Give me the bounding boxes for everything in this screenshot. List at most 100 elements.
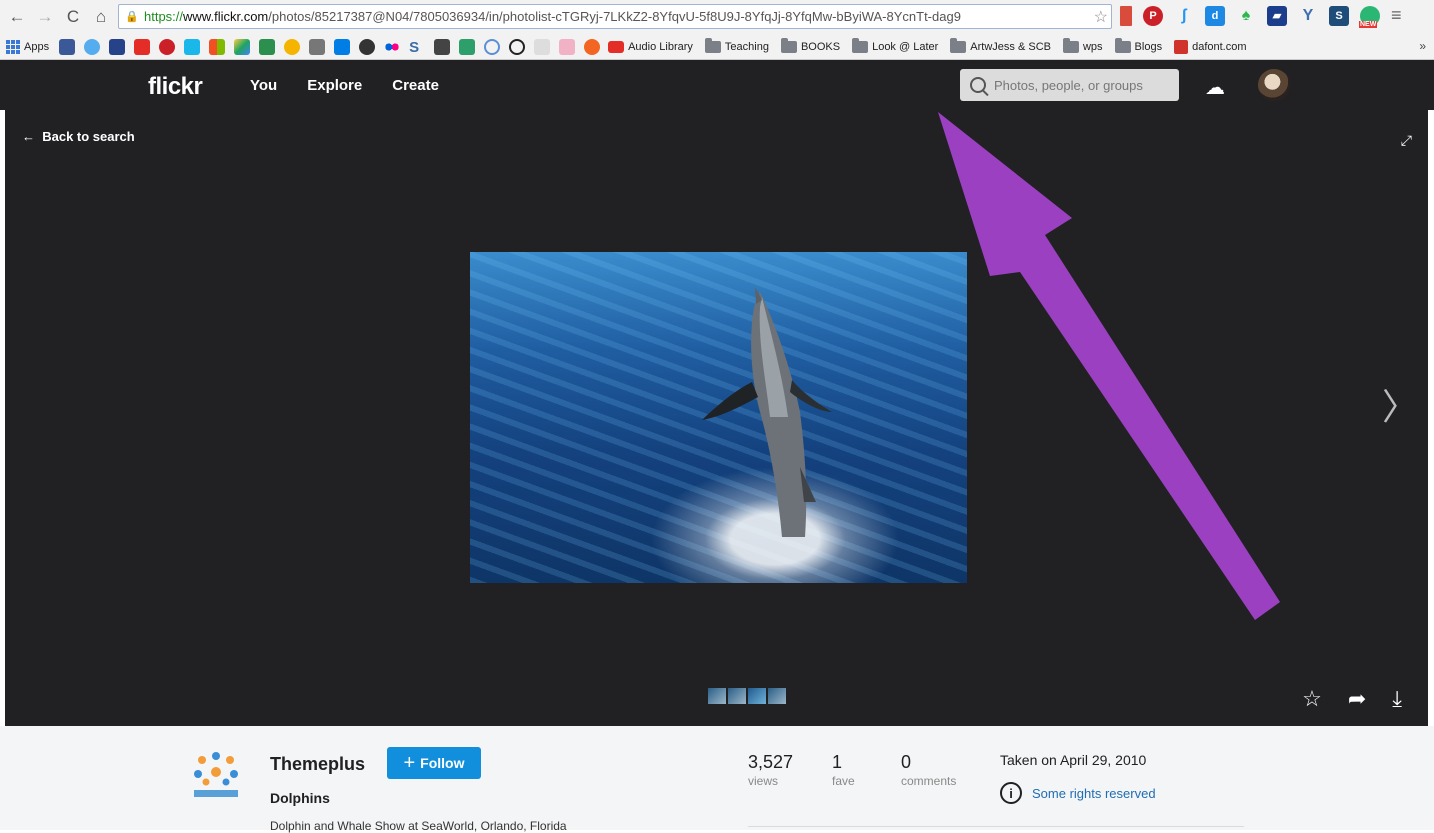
nav-create[interactable]: Create	[392, 77, 439, 94]
bookmark-ext-icon[interactable]	[1120, 5, 1132, 26]
avatar[interactable]	[1258, 69, 1290, 101]
bookmark-apps[interactable]: Apps	[6, 40, 49, 54]
upload-cloud-icon[interactable]: ☁	[1205, 75, 1225, 100]
download-icon[interactable]: ⤓	[1392, 686, 1402, 712]
bookmark-folder-label: ArtwJess & SCB	[970, 41, 1051, 53]
thumbnail[interactable]	[768, 688, 786, 704]
facebook-icon[interactable]	[59, 39, 76, 55]
bookmark-star-icon[interactable]: ☆	[1094, 7, 1108, 27]
back-to-search-label: Back to search	[42, 129, 135, 144]
dolphin-figure	[702, 287, 832, 537]
stat-views-label: views	[748, 774, 779, 788]
buffer-icon[interactable]: ▰	[1267, 5, 1287, 26]
stat-views-num: 3,527	[748, 752, 794, 772]
owner-name[interactable]: Themeplus	[270, 754, 365, 775]
bookmark-folder-teaching[interactable]: Teaching	[704, 38, 769, 53]
bookmark-folder-artwjess[interactable]: ArtwJess & SCB	[950, 38, 1051, 53]
bookmark-folder-wps[interactable]: wps	[1062, 38, 1103, 53]
share-arrow-icon[interactable]: ➦	[1348, 686, 1366, 712]
stat-comments-num: 0	[901, 752, 912, 772]
thumbnail[interactable]	[728, 688, 746, 704]
license-link[interactable]: i Some rights reserved	[1000, 782, 1156, 804]
bookmark-icons: S	[59, 39, 601, 56]
back-arrow-icon[interactable]: ←	[6, 6, 28, 28]
photo-title: Dolphins	[270, 790, 330, 806]
expand-icon[interactable]: ⤢	[1401, 132, 1412, 149]
home-icon[interactable]: ⌂	[90, 6, 112, 28]
windows-icon[interactable]	[209, 39, 226, 55]
plus-icon: +	[403, 752, 416, 774]
bookmarks-bar: Apps S Audio Library Teaching BOOKS Look…	[0, 35, 1434, 59]
lock-icon: 🔒	[125, 11, 139, 23]
fave-star-icon[interactable]: ☆	[1302, 686, 1322, 712]
folder-icon	[852, 38, 869, 53]
heart-ext-icon[interactable]	[559, 39, 576, 55]
back-to-search-link[interactable]: ← Back to search	[22, 129, 135, 144]
folder-icon	[950, 38, 967, 53]
url-host: www.flickr.com	[183, 9, 269, 24]
ytmp3-icon[interactable]	[309, 39, 326, 55]
dropbox-icon[interactable]	[334, 39, 351, 55]
follow-button[interactable]: + Follow	[387, 747, 481, 779]
grid-ext-icon[interactable]	[434, 39, 451, 55]
evernote-icon[interactable]: ♠	[1236, 6, 1256, 26]
taken-date: Taken on April 29, 2010	[1000, 752, 1147, 768]
license-label: Some rights reserved	[1032, 785, 1156, 801]
yoast-icon[interactable]: Y	[1298, 6, 1318, 26]
new-ext-icon[interactable]: NEW	[1359, 5, 1380, 28]
nav-you[interactable]: You	[250, 77, 277, 94]
target-icon[interactable]	[484, 39, 501, 55]
bookmark-dafont-label: dafont.com	[1192, 41, 1247, 53]
twitter-icon[interactable]	[84, 39, 101, 55]
nav-explore[interactable]: Explore	[307, 77, 362, 94]
photo-actions: ☆ ➦ ⤓	[1302, 686, 1402, 712]
pinterest-bm-icon[interactable]	[159, 39, 176, 55]
url-path: /photos/85217387@N04/7805036934/in/photo…	[268, 9, 961, 24]
forward-arrow-icon[interactable]: →	[34, 6, 56, 28]
bookmark-folder-books[interactable]: BOOKS	[780, 38, 840, 53]
bookmarks-more[interactable]: »	[1419, 39, 1426, 53]
buffer-bm-icon[interactable]	[109, 39, 126, 55]
next-photo-chevron-icon[interactable]: 〉	[1382, 378, 1418, 430]
search-input[interactable]: Photos, people, or groups	[960, 69, 1179, 101]
thumbnail[interactable]	[708, 688, 726, 704]
calendar-icon[interactable]	[259, 39, 276, 55]
divider	[748, 826, 1244, 827]
st-icon[interactable]	[534, 39, 551, 55]
folder-icon	[704, 38, 721, 53]
d-ext-icon[interactable]: d	[1205, 5, 1225, 26]
flickr-dots-icon[interactable]	[384, 39, 401, 55]
menu-icon[interactable]: ≡	[1391, 5, 1402, 26]
bookmark-dafont[interactable]: dafont.com	[1174, 40, 1247, 54]
pinterest-icon[interactable]: P	[1143, 5, 1163, 26]
bookmark-folder-look-later[interactable]: Look @ Later	[852, 38, 938, 53]
circle-ext-icon[interactable]	[359, 39, 376, 55]
bookmark-audio-library-label: Audio Library	[628, 41, 693, 53]
flickr-logo[interactable]: flickr	[148, 73, 203, 101]
apps-grid-icon	[6, 40, 20, 54]
skype-s-icon[interactable]: S	[409, 39, 425, 56]
follow-label: Follow	[420, 755, 465, 771]
thumbnail-current[interactable]	[748, 688, 766, 704]
b-ext-icon[interactable]	[584, 39, 601, 55]
stat-faves-num: 1	[832, 752, 843, 772]
stat-comments[interactable]: 0 comments	[901, 752, 956, 788]
stat-faves[interactable]: 1 fave	[832, 752, 855, 788]
owner-logo[interactable]	[190, 750, 242, 802]
swirl-icon[interactable]: ʃ	[1174, 6, 1194, 26]
search-placeholder: Photos, people, or groups	[994, 77, 1143, 93]
main-photo[interactable]	[470, 252, 967, 583]
drive-icon[interactable]	[234, 39, 251, 55]
vimeo-icon[interactable]	[184, 39, 201, 55]
photo-stage: ← Back to search ⤢ 〉 ☆ ➦ ⤓	[5, 110, 1428, 726]
thumbnail-strip	[708, 688, 786, 704]
download-icon[interactable]	[284, 39, 301, 55]
reload-icon[interactable]: C	[62, 6, 84, 28]
bookmark-audio-library[interactable]: Audio Library	[608, 41, 693, 53]
bookmark-folder-blogs[interactable]: Blogs	[1114, 38, 1162, 53]
me-icon[interactable]	[459, 39, 476, 55]
cc-icon[interactable]	[509, 39, 526, 55]
s-ext-icon[interactable]: S	[1329, 5, 1349, 26]
url-bar[interactable]: 🔒 https:// www.flickr.com /photos/852173…	[118, 4, 1112, 29]
youtube-icon[interactable]	[134, 39, 151, 55]
